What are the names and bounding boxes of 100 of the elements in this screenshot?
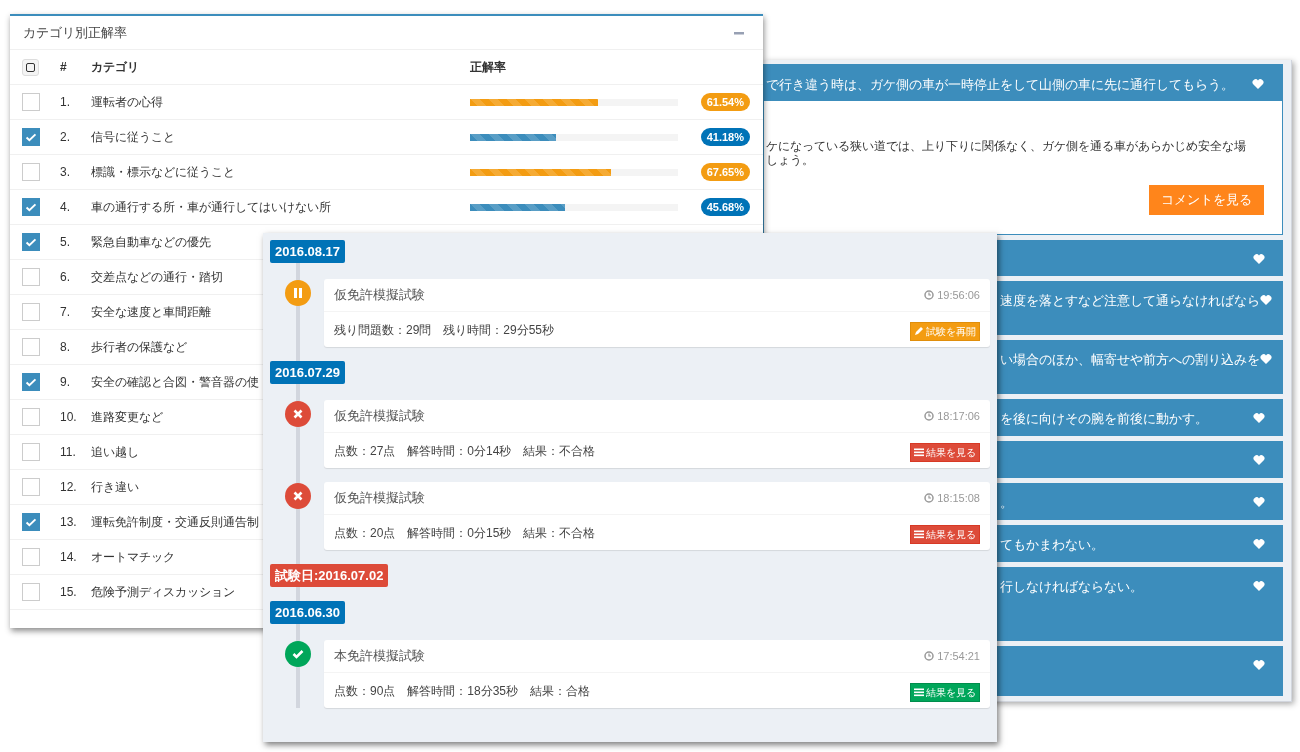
question-text: 行しなければならない。 bbox=[1000, 578, 1143, 596]
category-name: 安全な速度と車間距離 bbox=[91, 305, 211, 319]
question-text: い場合のほか、幅寄せや前方への割り込みを bbox=[1000, 351, 1260, 369]
row-number: 14. bbox=[60, 549, 78, 566]
exam-title: 仮免許模擬試験 bbox=[334, 407, 425, 426]
exam-title: 仮免許模擬試験 bbox=[334, 286, 425, 305]
question-text: 。 bbox=[1000, 494, 1013, 512]
heart-icon[interactable] bbox=[1253, 496, 1265, 508]
checkbox[interactable] bbox=[22, 338, 40, 356]
checkbox[interactable] bbox=[22, 198, 40, 216]
category-name: オートマチック bbox=[91, 550, 175, 564]
category-name: 車の通行する所・車が通行してはいけない所 bbox=[91, 200, 331, 214]
checkbox[interactable] bbox=[22, 373, 40, 391]
checkbox[interactable] bbox=[22, 583, 40, 601]
result-button[interactable]: 試験を再開 bbox=[910, 321, 980, 341]
exam-time: 17:54:21 bbox=[937, 648, 980, 664]
question-header[interactable]: てもかまわない。 bbox=[997, 525, 1283, 562]
date-label: 2016.07.29 bbox=[270, 361, 346, 384]
exam-detail: 点数：20点 解答時間：0分15秒 結果：不合格 bbox=[334, 524, 596, 542]
rate-badge: 67.65% bbox=[700, 162, 750, 182]
exam-time: 18:17:06 bbox=[937, 408, 980, 424]
category-name: 進路変更など bbox=[91, 410, 163, 424]
category-name: 歩行者の保護など bbox=[91, 340, 187, 354]
column-header: 正解率 bbox=[470, 59, 506, 76]
result-button[interactable]: 結果を見る bbox=[910, 524, 980, 544]
row-number: 6. bbox=[60, 269, 71, 286]
category-name: 安全の確認と合図・警音器の使 bbox=[91, 375, 259, 389]
row-number: 11. bbox=[60, 444, 77, 461]
exam-title: 仮免許模擬試験 bbox=[334, 489, 425, 508]
checkbox[interactable] bbox=[22, 303, 40, 321]
category-name: 追い越し bbox=[91, 445, 139, 459]
exam-detail: 点数：90点 解答時間：18分35秒 結果：合格 bbox=[334, 682, 591, 700]
checkbox[interactable] bbox=[22, 163, 40, 181]
category-name: 運転免許制度・交通反則通告制 bbox=[91, 515, 259, 529]
clock-icon bbox=[924, 411, 935, 421]
category-name: 運転者の心得 bbox=[91, 95, 163, 109]
row-number: 4. bbox=[60, 199, 71, 216]
row-number: 13. bbox=[60, 514, 78, 531]
checkbox[interactable] bbox=[22, 443, 40, 461]
rate-badge: 45.68% bbox=[700, 197, 750, 217]
row-number: 10. bbox=[60, 409, 78, 426]
date-label: 試験日:2016.07.02 bbox=[270, 564, 389, 587]
column-header: # bbox=[60, 59, 68, 76]
heart-icon[interactable] bbox=[1252, 78, 1264, 90]
list-icon bbox=[914, 529, 924, 539]
exam-time: 18:15:08 bbox=[937, 490, 980, 506]
row-number: 2. bbox=[60, 129, 71, 146]
question-header[interactable]: 行しなければならない。 bbox=[997, 567, 1283, 641]
select-all-button[interactable] bbox=[22, 58, 39, 76]
category-name: 標識・標示などに従うこと bbox=[91, 165, 235, 179]
checkbox[interactable] bbox=[22, 408, 40, 426]
category-name: 緊急自動車などの優先 bbox=[91, 235, 211, 249]
checkbox[interactable] bbox=[22, 233, 40, 251]
category-name: 危険予測ディスカッション bbox=[91, 585, 235, 599]
question-header[interactable]: で行き違う時は、ガケ側の車が一時停止をして山側の車に先に通行してもらう。 bbox=[764, 65, 1282, 101]
checkbox[interactable] bbox=[22, 478, 40, 496]
checkbox[interactable] bbox=[22, 548, 40, 566]
row-number: 7. bbox=[60, 304, 71, 321]
panel-title: カテゴリ別正解率 bbox=[23, 23, 127, 42]
category-name: 行き違い bbox=[91, 480, 139, 494]
category-name: 交差点などの通行・踏切 bbox=[91, 270, 223, 284]
result-button[interactable]: 結果を見る bbox=[910, 442, 980, 462]
result-button[interactable]: 結果を見る bbox=[910, 682, 980, 702]
row-number: 3. bbox=[60, 164, 71, 181]
pencil-icon bbox=[914, 326, 924, 336]
row-number: 5. bbox=[60, 234, 71, 251]
row-number: 15. bbox=[60, 584, 78, 601]
checkbox[interactable] bbox=[22, 268, 40, 286]
row-number: 1. bbox=[60, 94, 71, 111]
row-number: 12. bbox=[60, 479, 78, 496]
heart-icon[interactable] bbox=[1253, 412, 1265, 424]
heart-icon[interactable] bbox=[1253, 454, 1265, 466]
row-number: 8. bbox=[60, 339, 71, 356]
exam-detail: 点数：27点 解答時間：0分14秒 結果：不合格 bbox=[334, 442, 596, 460]
rate-badge: 61.54% bbox=[700, 92, 750, 112]
date-label: 2016.08.17 bbox=[270, 240, 346, 263]
heart-icon[interactable] bbox=[1253, 659, 1265, 671]
heart-icon[interactable] bbox=[1253, 538, 1265, 550]
square-icon bbox=[26, 62, 35, 72]
heart-icon[interactable] bbox=[1253, 580, 1265, 592]
heart-icon[interactable] bbox=[1260, 353, 1272, 365]
checkbox[interactable] bbox=[22, 513, 40, 531]
question-header[interactable]: 速度を落とすなど注意して通らなければなら bbox=[997, 281, 1283, 335]
answer-text: ケになっている狭い道では、上り下りに関係なく、ガケ側を通る車があらかじめ安全な場 しょう。 bbox=[766, 139, 1247, 167]
checkbox[interactable] bbox=[22, 93, 40, 111]
heart-icon[interactable] bbox=[1260, 294, 1272, 306]
exam-detail: 残り問題数：29問 残り時間：29分55秒 bbox=[334, 321, 555, 339]
exam-title: 本免許模擬試験 bbox=[334, 647, 425, 666]
date-label: 2016.06.30 bbox=[270, 601, 346, 624]
question-header[interactable]: を後に向けその腕を前後に動かす。 bbox=[997, 399, 1283, 436]
category-name: 信号に従うこと bbox=[91, 130, 175, 144]
heart-icon[interactable] bbox=[1253, 253, 1265, 265]
comment-button[interactable]: コメントを見る bbox=[1149, 185, 1264, 215]
question-text: 速度を落とすなど注意して通らなければなら bbox=[1000, 292, 1260, 310]
checkbox[interactable] bbox=[22, 128, 40, 146]
clock-icon bbox=[924, 651, 935, 661]
question-text: てもかまわない。 bbox=[1000, 536, 1104, 554]
question-header[interactable]: い場合のほか、幅寄せや前方への割り込みを bbox=[997, 340, 1283, 394]
row-number: 9. bbox=[60, 374, 71, 391]
question-header[interactable]: 。 bbox=[997, 483, 1283, 520]
